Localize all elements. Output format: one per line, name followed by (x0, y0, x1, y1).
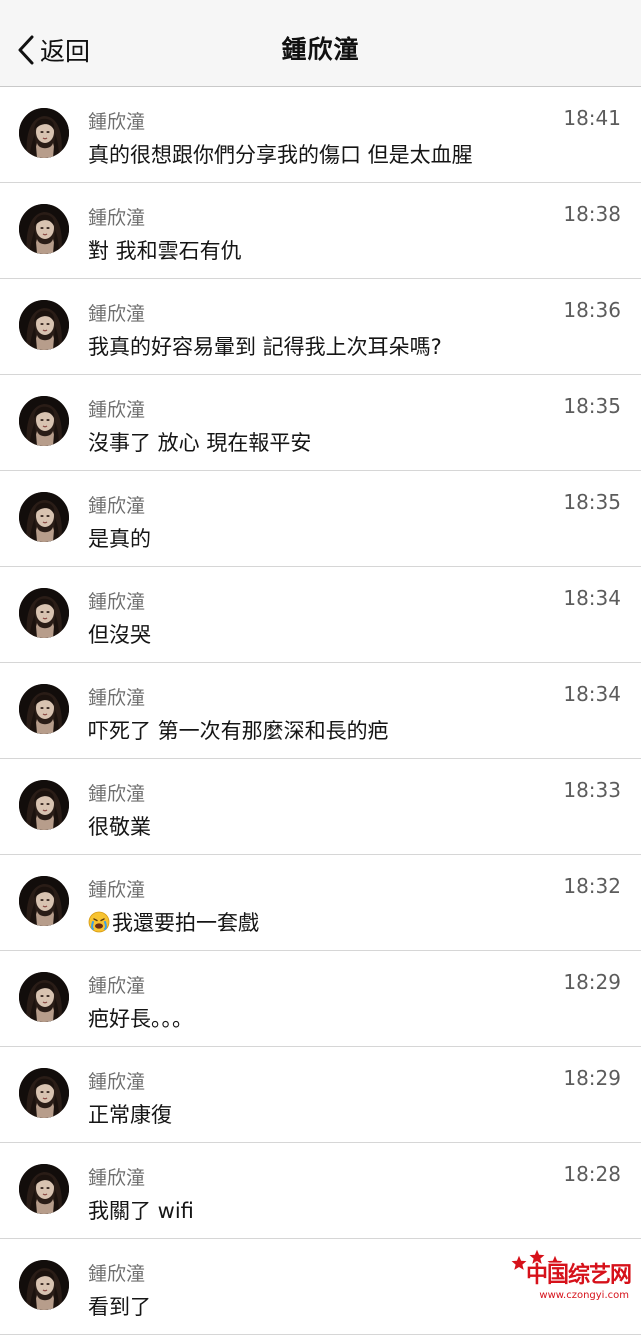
sender-name: 鍾欣潼 (88, 879, 146, 901)
message-row[interactable]: 鍾欣潼 18:35 沒事了 放心 現在報平安 (0, 375, 641, 471)
navigation-bar: 返回 鍾欣潼 (0, 0, 641, 87)
message-row[interactable]: 鍾欣潼 18:41 真的很想跟你們分享我的傷口 但是太血腥 (0, 87, 641, 183)
avatar[interactable] (19, 396, 69, 446)
message-row[interactable]: 鍾欣潼 18:29 疤好長。。。 (0, 951, 641, 1047)
sender-name: 鍾欣潼 (88, 495, 146, 517)
sender-name: 鍾欣潼 (88, 591, 146, 613)
message-time: 18:41 (563, 106, 621, 130)
message-text: 沒事了 放心 現在報平安 (88, 427, 621, 457)
message-row[interactable]: 鍾欣潼 18:36 我真的好容易暈到 記得我上次耳朵嗎? (0, 279, 641, 375)
message-text: 我還要拍一套戲 (88, 907, 621, 937)
message-time: 18:34 (563, 586, 621, 610)
message-row[interactable]: 鍾欣潼 18:33 很敬業 (0, 759, 641, 855)
message-text: 疤好長。。。 (88, 1003, 621, 1033)
avatar-photo (19, 1260, 69, 1310)
message-row[interactable]: 鍾欣潼 18:34 但沒哭 (0, 567, 641, 663)
sender-name: 鍾欣潼 (88, 1263, 146, 1285)
avatar[interactable] (19, 780, 69, 830)
message-text-content: 很敬業 (88, 815, 151, 839)
message-text-content: 正常康復 (88, 1103, 172, 1127)
message-text-content: 真的很想跟你們分享我的傷口 但是太血腥 (88, 143, 473, 167)
sender-name: 鍾欣潼 (88, 783, 146, 805)
message-text: 真的很想跟你們分享我的傷口 但是太血腥 (88, 139, 621, 169)
crying-emoji-icon (88, 911, 110, 933)
avatar-photo (19, 972, 69, 1022)
message-text-content: 我還要拍一套戲 (112, 911, 259, 935)
message-text: 正常康復 (88, 1099, 621, 1129)
avatar-photo (19, 684, 69, 734)
avatar[interactable] (19, 1260, 69, 1310)
message-text-content: 我真的好容易暈到 記得我上次耳朵嗎? (88, 335, 442, 359)
sender-name: 鍾欣潼 (88, 399, 146, 421)
sender-name: 鍾欣潼 (88, 111, 146, 133)
avatar[interactable] (19, 1068, 69, 1118)
message-text-content: 看到了 (88, 1295, 151, 1319)
message-text-content: 對 我和雲石有仇 (88, 239, 242, 263)
star-icon (511, 1255, 527, 1270)
message-text: 很敬業 (88, 811, 621, 841)
sender-name: 鍾欣潼 (88, 207, 146, 229)
sender-name: 鍾欣潼 (88, 1071, 146, 1093)
avatar-photo (19, 1068, 69, 1118)
avatar-photo (19, 780, 69, 830)
avatar[interactable] (19, 972, 69, 1022)
avatar-photo (19, 204, 69, 254)
message-text: 是真的 (88, 523, 621, 553)
message-list: 鍾欣潼 18:41 真的很想跟你們分享我的傷口 但是太血腥 鍾欣潼 18:38 對 我和… (0, 87, 641, 1335)
message-text-content: 疤好長。。。 (88, 1007, 193, 1031)
avatar[interactable] (19, 588, 69, 638)
sender-name: 鍾欣潼 (88, 303, 146, 325)
sender-name: 鍾欣潼 (88, 687, 146, 709)
avatar-photo (19, 876, 69, 926)
watermark-url: www.czongyi.com (539, 1290, 629, 1301)
message-time: 18:34 (563, 682, 621, 706)
avatar[interactable] (19, 204, 69, 254)
message-row[interactable]: 鍾欣潼 18:29 正常康復 (0, 1047, 641, 1143)
avatar[interactable] (19, 876, 69, 926)
message-text-content: 吓死了 第一次有那麼深和長的疤 (88, 719, 389, 743)
message-time: 18:33 (563, 778, 621, 802)
message-time: 18:35 (563, 490, 621, 514)
avatar-photo (19, 588, 69, 638)
avatar-photo (19, 396, 69, 446)
message-time: 18:35 (563, 394, 621, 418)
avatar[interactable] (19, 492, 69, 542)
message-text: 但沒哭 (88, 619, 621, 649)
message-time: 18:29 (563, 970, 621, 994)
avatar-photo (19, 492, 69, 542)
message-text-content: 沒事了 放心 現在報平安 (88, 431, 312, 455)
message-row[interactable]: 鍾欣潼 18:28 我關了 wifi (0, 1143, 641, 1239)
avatar[interactable] (19, 300, 69, 350)
message-time: 18:38 (563, 202, 621, 226)
avatar-photo (19, 108, 69, 158)
avatar[interactable] (19, 108, 69, 158)
message-time: 18:28 (563, 1162, 621, 1186)
avatar-photo (19, 1164, 69, 1214)
message-text: 我關了 wifi (88, 1195, 621, 1225)
message-text: 吓死了 第一次有那麼深和長的疤 (88, 715, 621, 745)
avatar[interactable] (19, 684, 69, 734)
page-title: 鍾欣潼 (281, 35, 360, 64)
watermark-logo: 中国综艺网 www.czongyi.com (501, 1249, 632, 1301)
avatar-photo (19, 300, 69, 350)
message-text-content: 我關了 wifi (88, 1199, 194, 1223)
sender-name: 鍾欣潼 (88, 1167, 146, 1189)
sender-name: 鍾欣潼 (88, 975, 146, 997)
watermark-text: 中国综艺网 (525, 1263, 632, 1288)
message-text: 對 我和雲石有仇 (88, 235, 621, 265)
message-text: 我真的好容易暈到 記得我上次耳朵嗎? (88, 331, 621, 361)
message-text-content: 是真的 (88, 527, 151, 551)
avatar[interactable] (19, 1164, 69, 1214)
message-row[interactable]: 鍾欣潼 18:38 對 我和雲石有仇 (0, 183, 641, 279)
message-time: 18:36 (563, 298, 621, 322)
message-row[interactable]: 鍾欣潼 18:35 是真的 (0, 471, 641, 567)
message-time: 18:32 (563, 874, 621, 898)
message-row[interactable]: 鍾欣潼 18:34 吓死了 第一次有那麼深和長的疤 (0, 663, 641, 759)
message-text-content: 但沒哭 (88, 623, 151, 647)
message-row[interactable]: 鍾欣潼 18:32 我還要拍一套戲 (0, 855, 641, 951)
message-time: 18:29 (563, 1066, 621, 1090)
